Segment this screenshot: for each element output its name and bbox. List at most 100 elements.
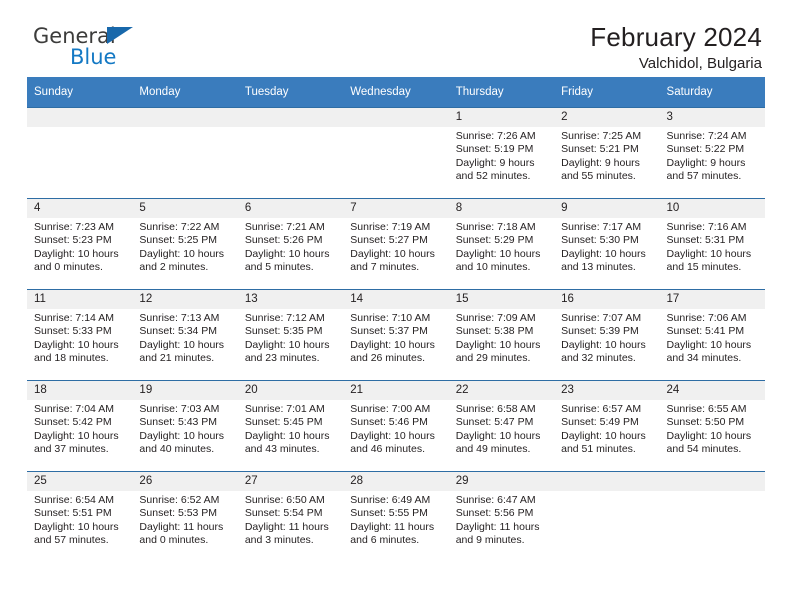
sunset-time: Sunset: 5:19 PM (455, 143, 534, 156)
calendar-day-cell[interactable]: 4 Sunrise: 7:23 AM Sunset: 5:23 PM Daylight… (27, 198, 133, 290)
sunrise-time: Sunrise: 7:19 AM (350, 221, 431, 233)
daylight-duration-line1: Daylight: 11 hours (455, 520, 540, 533)
day-details: Sunrise: 7:23 AM Sunset: 5:23 PM Daylight:… (27, 218, 132, 275)
daylight-duration-line1: Daylight: 10 hours (34, 429, 119, 442)
sunrise-time: Sunrise: 7:03 AM (139, 403, 220, 415)
sunset-time: Sunset: 5:34 PM (139, 325, 218, 338)
daylight-duration-line1: Daylight: 9 hours (666, 156, 746, 169)
calendar-day-cell[interactable]: 8 Sunrise: 7:18 AM Sunset: 5:29 PM Daylight… (448, 198, 555, 290)
day-number: 20 (237, 381, 344, 400)
day-details: Sunrise: 6:50 AM Sunset: 5:54 PM Daylight:… (238, 491, 343, 548)
calendar-day-cell[interactable]: 2 Sunrise: 7:25 AM Sunset: 5:21 PM Daylight… (554, 107, 660, 199)
daylight-duration-line1: Daylight: 10 hours (455, 247, 541, 260)
sunrise-time: Sunrise: 6:52 AM (139, 494, 220, 506)
calendar-day-cell-empty (132, 107, 238, 199)
calendar-day-cell[interactable]: 15 Sunrise: 7:09 AM Sunset: 5:38 PM Dayligh… (448, 289, 555, 381)
sunset-time: Sunset: 5:39 PM (561, 325, 639, 338)
calendar-day-cell[interactable]: 29 Sunrise: 6:47 AM Sunset: 5:56 PM Dayligh… (448, 471, 555, 562)
sunrise-time: Sunrise: 6:58 AM (455, 403, 536, 415)
daylight-duration-line1: Daylight: 10 hours (139, 247, 225, 260)
general-blue-logo[interactable]: General Blue (33, 24, 233, 70)
sunrise-time: Sunrise: 7:22 AM (139, 221, 220, 233)
calendar-day-cell[interactable]: 17 Sunrise: 7:06 AM Sunset: 5:41 PM Dayligh… (659, 289, 765, 381)
day-details: Sunrise: 7:18 AM Sunset: 5:29 PM Daylight:… (449, 218, 554, 275)
daylight-duration-line2: and 57 minutes. (666, 170, 742, 183)
calendar-day-cell[interactable]: 25 Sunrise: 6:54 AM Sunset: 5:51 PM Dayligh… (27, 471, 133, 562)
calendar-day-cell[interactable]: 16 Sunrise: 7:07 AM Sunset: 5:39 PM Dayligh… (554, 289, 660, 381)
daylight-duration-line1: Daylight: 9 hours (455, 156, 535, 169)
calendar-day-cell[interactable]: 10 Sunrise: 7:16 AM Sunset: 5:31 PM Dayligh… (659, 198, 765, 290)
day-details: Sunrise: 7:09 AM Sunset: 5:38 PM Daylight:… (449, 309, 554, 366)
daylight-duration-line2: and 37 minutes. (34, 443, 109, 456)
day-number: 9 (554, 199, 660, 218)
sunrise-time: Sunrise: 7:09 AM (455, 312, 536, 324)
sunset-time: Sunset: 5:53 PM (139, 507, 218, 520)
calendar-day-cell[interactable]: 22 Sunrise: 6:58 AM Sunset: 5:47 PM Dayligh… (448, 380, 555, 472)
day-details: Sunrise: 7:01 AM Sunset: 5:45 PM Daylight:… (238, 400, 343, 457)
daylight-duration-line2: and 46 minutes. (350, 443, 425, 456)
sunset-time: Sunset: 5:51 PM (34, 507, 112, 520)
day-number: 6 (237, 199, 344, 218)
daylight-duration-line2: and 52 minutes. (455, 170, 531, 183)
day-details: Sunrise: 7:26 AM Sunset: 5:19 PM Daylight:… (449, 127, 554, 184)
weekday-header-tuesday: Tuesday (237, 77, 344, 108)
calendar-day-cell[interactable]: 11 Sunrise: 7:14 AM Sunset: 5:33 PM Dayligh… (27, 289, 133, 381)
weekday-header-thursday: Thursday (448, 77, 555, 108)
calendar-day-cell-empty (659, 471, 765, 562)
daylight-duration-line2: and 6 minutes. (350, 534, 420, 547)
calendar-day-cell[interactable]: 19 Sunrise: 7:03 AM Sunset: 5:43 PM Dayligh… (132, 380, 238, 472)
daylight-duration-line2: and 51 minutes. (561, 443, 636, 456)
calendar-day-cell[interactable]: 28 Sunrise: 6:49 AM Sunset: 5:55 PM Dayligh… (343, 471, 449, 562)
daylight-duration-line1: Daylight: 10 hours (350, 247, 435, 260)
calendar-day-cell[interactable]: 7 Sunrise: 7:19 AM Sunset: 5:27 PM Daylight… (343, 198, 449, 290)
daylight-duration-line2: and 57 minutes. (34, 534, 109, 547)
title-block: February 2024 Valchidol, Bulgaria (590, 22, 762, 74)
day-number: 7 (343, 199, 449, 218)
day-number (27, 108, 133, 127)
day-details: Sunrise: 7:22 AM Sunset: 5:25 PM Daylight:… (132, 218, 237, 275)
calendar-day-cell[interactable]: 6 Sunrise: 7:21 AM Sunset: 5:26 PM Daylight… (237, 198, 344, 290)
calendar-day-cell[interactable]: 3 Sunrise: 7:24 AM Sunset: 5:22 PM Daylight… (659, 107, 765, 199)
calendar-day-cell[interactable]: 14 Sunrise: 7:10 AM Sunset: 5:37 PM Dayligh… (343, 289, 449, 381)
sunset-time: Sunset: 5:38 PM (455, 325, 534, 338)
daylight-duration-line1: Daylight: 10 hours (34, 520, 119, 533)
sunrise-time: Sunrise: 6:49 AM (350, 494, 431, 506)
calendar-day-cell[interactable]: 27 Sunrise: 6:50 AM Sunset: 5:54 PM Dayligh… (237, 471, 344, 562)
daylight-duration-line1: Daylight: 10 hours (455, 429, 541, 442)
calendar-day-cell[interactable]: 21 Sunrise: 7:00 AM Sunset: 5:46 PM Dayligh… (343, 380, 449, 472)
day-number: 18 (27, 381, 133, 400)
calendar-day-cell[interactable]: 5 Sunrise: 7:22 AM Sunset: 5:25 PM Daylight… (132, 198, 238, 290)
day-number: 29 (448, 472, 555, 491)
daylight-duration-line1: Daylight: 10 hours (34, 247, 119, 260)
daylight-duration-line1: Daylight: 10 hours (561, 247, 646, 260)
calendar-day-cell[interactable]: 26 Sunrise: 6:52 AM Sunset: 5:53 PM Dayligh… (132, 471, 238, 562)
daylight-duration-line2: and 54 minutes. (666, 443, 742, 456)
daylight-duration-line1: Daylight: 10 hours (244, 338, 330, 351)
day-details: Sunrise: 6:55 AM Sunset: 5:50 PM Daylight:… (660, 400, 765, 457)
calendar-day-cell[interactable]: 20 Sunrise: 7:01 AM Sunset: 5:45 PM Dayligh… (237, 380, 344, 472)
calendar-day-cell[interactable]: 13 Sunrise: 7:12 AM Sunset: 5:35 PM Dayligh… (237, 289, 344, 381)
sunset-time: Sunset: 5:26 PM (244, 234, 323, 247)
logo-triangle-icon (107, 27, 133, 44)
daylight-duration-line2: and 23 minutes. (244, 352, 320, 365)
calendar-day-cell[interactable]: 23 Sunrise: 6:57 AM Sunset: 5:49 PM Dayligh… (554, 380, 660, 472)
day-number: 16 (554, 290, 660, 309)
day-details (554, 491, 659, 494)
day-details: Sunrise: 7:12 AM Sunset: 5:35 PM Daylight:… (238, 309, 343, 366)
sunset-time: Sunset: 5:41 PM (666, 325, 745, 338)
sunset-time: Sunset: 5:21 PM (561, 143, 639, 156)
day-number: 10 (659, 199, 765, 218)
day-number: 2 (554, 108, 660, 127)
calendar-day-cell[interactable]: 9 Sunrise: 7:17 AM Sunset: 5:30 PM Daylight… (554, 198, 660, 290)
day-details: Sunrise: 7:07 AM Sunset: 5:39 PM Daylight:… (554, 309, 659, 366)
calendar-day-cell-empty (343, 107, 449, 199)
calendar-day-cell[interactable]: 24 Sunrise: 6:55 AM Sunset: 5:50 PM Dayligh… (659, 380, 765, 472)
day-number: 27 (237, 472, 344, 491)
calendar-day-cell[interactable]: 18 Sunrise: 7:04 AM Sunset: 5:42 PM Dayligh… (27, 380, 133, 472)
sunrise-time: Sunrise: 6:54 AM (34, 494, 114, 506)
calendar-day-cell[interactable]: 12 Sunrise: 7:13 AM Sunset: 5:34 PM Dayligh… (132, 289, 238, 381)
calendar-day-cell-empty (27, 107, 133, 199)
daylight-duration-line2: and 34 minutes. (666, 352, 742, 365)
calendar-day-cell[interactable]: 1 Sunrise: 7:26 AM Sunset: 5:19 PM Daylight… (448, 107, 555, 199)
daylight-duration-line1: Daylight: 11 hours (139, 520, 224, 533)
